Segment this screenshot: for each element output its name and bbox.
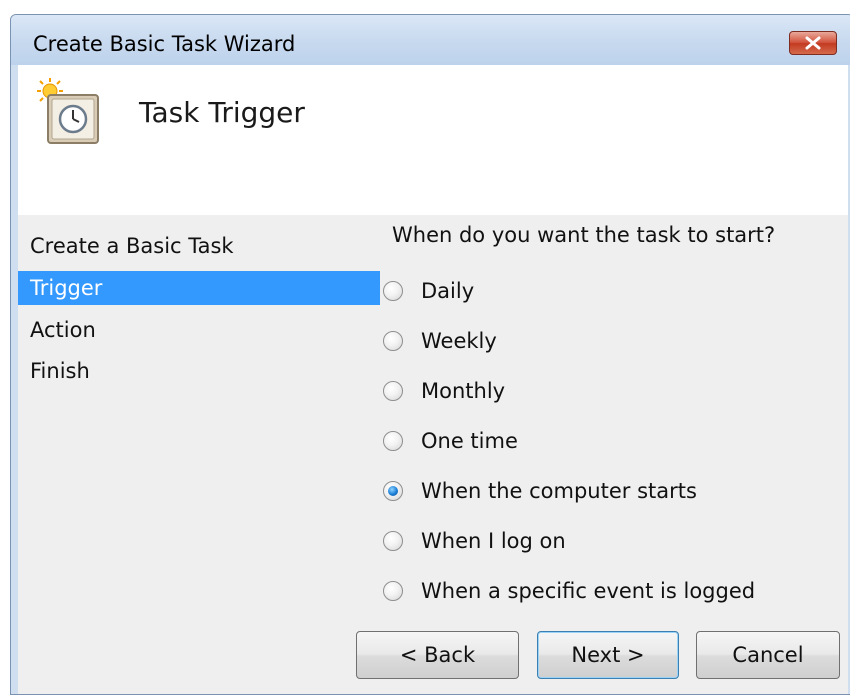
window-title: Create Basic Task Wizard bbox=[33, 32, 296, 56]
task-clock-icon bbox=[37, 78, 99, 144]
radio-label[interactable]: When I log on bbox=[421, 529, 566, 553]
radio-weekly[interactable]: Weekly bbox=[383, 326, 497, 356]
radio-button[interactable] bbox=[383, 581, 403, 601]
wizard-body: Create a Basic Task Trigger Action Finis… bbox=[18, 215, 848, 694]
radio-button[interactable] bbox=[383, 331, 403, 351]
close-icon bbox=[805, 36, 821, 50]
step-trigger[interactable]: Trigger bbox=[18, 271, 380, 305]
radio-button[interactable] bbox=[383, 531, 403, 551]
cancel-button[interactable]: Cancel bbox=[696, 631, 840, 679]
radio-log-on[interactable]: When I log on bbox=[383, 526, 566, 556]
steps-pane: Create a Basic Task Trigger Action Finis… bbox=[18, 215, 380, 694]
step-create-basic-task[interactable]: Create a Basic Task bbox=[18, 229, 380, 263]
radio-daily[interactable]: Daily bbox=[383, 276, 474, 306]
radio-label[interactable]: When a specific event is logged bbox=[421, 579, 755, 603]
radio-label[interactable]: Daily bbox=[421, 279, 474, 303]
radio-label[interactable]: Monthly bbox=[421, 379, 505, 403]
radio-button-checked[interactable] bbox=[383, 481, 403, 501]
step-finish[interactable]: Finish bbox=[18, 354, 380, 388]
step-label: Create a Basic Task bbox=[30, 234, 234, 258]
radio-label[interactable]: One time bbox=[421, 429, 518, 453]
step-label: Finish bbox=[30, 359, 90, 383]
wizard-header: Task Trigger bbox=[18, 65, 848, 215]
radio-event-logged[interactable]: When a specific event is logged bbox=[383, 576, 755, 606]
step-label: Action bbox=[30, 318, 96, 342]
next-button[interactable]: Next > bbox=[537, 631, 679, 679]
radio-button[interactable] bbox=[383, 431, 403, 451]
back-button[interactable]: < Back bbox=[356, 631, 519, 679]
radio-computer-starts[interactable]: When the computer starts bbox=[383, 476, 697, 506]
radio-button[interactable] bbox=[383, 381, 403, 401]
step-label: Trigger bbox=[30, 276, 103, 300]
radio-button[interactable] bbox=[383, 281, 403, 301]
step-action[interactable]: Action bbox=[18, 313, 380, 347]
title-bar[interactable]: Create Basic Task Wizard bbox=[11, 15, 850, 65]
radio-label[interactable]: When the computer starts bbox=[421, 479, 697, 503]
radio-label[interactable]: Weekly bbox=[421, 329, 497, 353]
wizard-window: Create Basic Task Wizard Task Trigger Cr… bbox=[10, 14, 850, 695]
close-button[interactable] bbox=[789, 31, 837, 55]
radio-monthly[interactable]: Monthly bbox=[383, 376, 505, 406]
page-title: Task Trigger bbox=[139, 96, 305, 129]
radio-one-time[interactable]: One time bbox=[383, 426, 518, 456]
trigger-question: When do you want the task to start? bbox=[392, 223, 776, 247]
